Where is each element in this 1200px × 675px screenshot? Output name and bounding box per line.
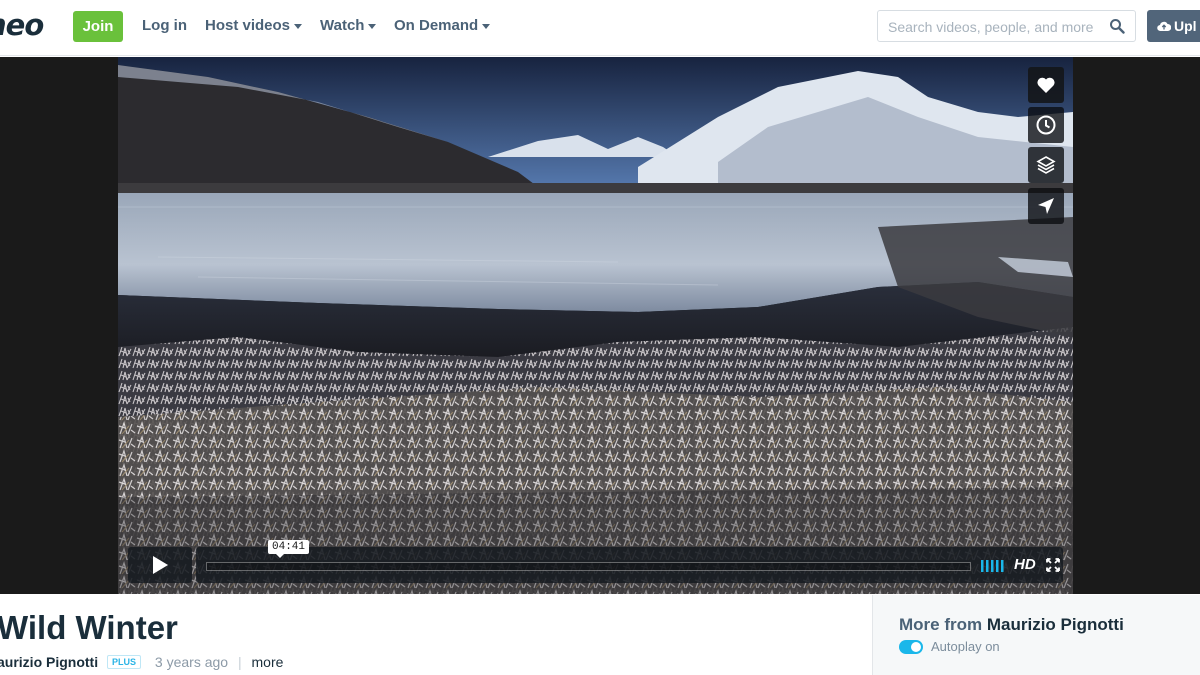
watch-later-button[interactable] <box>1028 107 1064 143</box>
plus-badge[interactable]: PLUS <box>107 655 142 669</box>
nav-watch-label: Watch <box>320 17 365 34</box>
nav-on-demand-label: On Demand <box>394 17 479 34</box>
heart-icon <box>1037 77 1055 93</box>
play-icon <box>153 556 168 574</box>
nav-watch[interactable]: Watch <box>320 17 377 34</box>
author-link[interactable]: aurizio Pignotti <box>0 654 98 670</box>
time-display: 04:41 <box>268 540 310 558</box>
chevron-down-icon <box>368 23 377 29</box>
video-frame <box>118 57 1073 594</box>
search-input[interactable] <box>888 17 1103 37</box>
video-title: Wild Winter <box>0 609 178 646</box>
layers-icon <box>1036 156 1056 174</box>
top-navigation: neo Join Log in Host videos Watch On Dem… <box>0 0 1200 56</box>
more-from-author[interactable]: Maurizio Pignotti <box>987 615 1124 634</box>
more-from-prefix: More from <box>899 615 983 634</box>
upload-button[interactable]: Upl <box>1147 10 1200 42</box>
control-bar: 04:41 HD <box>196 540 1063 583</box>
divider: | <box>237 654 242 670</box>
player-controls: 04:41 HD <box>128 540 1063 583</box>
like-button[interactable] <box>1028 67 1064 103</box>
nav-host-videos[interactable]: Host videos <box>205 17 303 34</box>
progress-bar[interactable] <box>206 562 971 571</box>
vimeo-logo[interactable]: neo <box>0 8 44 42</box>
upload-label: Upl <box>1174 18 1197 34</box>
chevron-down-icon <box>482 23 491 29</box>
more-from-heading: More from Maurizio Pignotti <box>899 615 1124 635</box>
login-link[interactable]: Log in <box>142 17 187 34</box>
video-info: Wild Winter aurizio Pignotti PLUS 3 year… <box>0 595 872 675</box>
paper-plane-icon <box>1038 198 1054 214</box>
nav-host-videos-label: Host videos <box>205 17 291 34</box>
video-player[interactable]: 04:41 HD <box>118 57 1073 594</box>
more-link[interactable]: more <box>252 654 284 670</box>
posted-time: 3 years ago <box>154 654 229 670</box>
join-button[interactable]: Join <box>73 11 123 42</box>
player-area: 04:41 HD <box>0 57 1200 594</box>
more-from-panel: More from Maurizio Pignotti Autoplay on <box>872 595 1200 675</box>
search-icon[interactable] <box>1109 18 1125 34</box>
autoplay-toggle[interactable] <box>899 639 923 654</box>
clock-icon <box>1036 115 1056 135</box>
search-box[interactable] <box>877 10 1136 42</box>
play-button[interactable] <box>128 547 192 583</box>
chevron-down-icon <box>294 23 303 29</box>
collections-button[interactable] <box>1028 147 1064 183</box>
cloud-upload-icon <box>1157 21 1172 32</box>
volume-icon[interactable] <box>981 558 1007 572</box>
autoplay-label: Autoplay on <box>931 639 1000 654</box>
fullscreen-icon[interactable] <box>1046 558 1060 572</box>
nav-on-demand[interactable]: On Demand <box>394 17 491 34</box>
autoplay-control[interactable]: Autoplay on <box>899 639 1000 654</box>
byline: aurizio Pignotti PLUS 3 years ago | more <box>0 654 283 670</box>
share-button[interactable] <box>1028 188 1064 224</box>
hd-button[interactable]: HD <box>1014 556 1036 573</box>
